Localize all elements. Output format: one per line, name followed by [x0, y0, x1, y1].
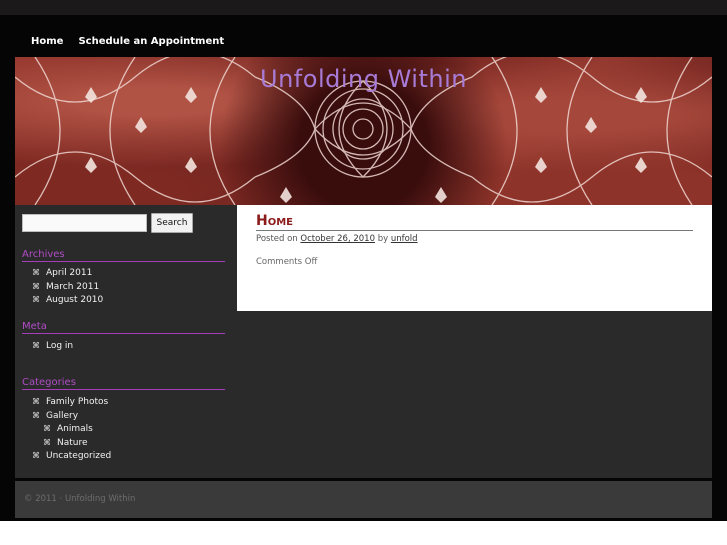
category-link-gallery[interactable]: Gallery	[46, 411, 78, 421]
archive-link-april-2011[interactable]: April 2011	[46, 268, 92, 278]
command-icon: ⌘	[32, 281, 40, 291]
list-item: ⌘ Gallery	[32, 409, 111, 423]
search-button[interactable]: Search	[151, 213, 193, 233]
post-meta-by: by	[377, 234, 389, 244]
list-item: ⌘ Family Photos	[32, 395, 111, 409]
post-author-link[interactable]: unfold	[391, 234, 418, 244]
command-icon: ⌘	[43, 437, 51, 447]
archive-link-march-2011[interactable]: March 2011	[46, 282, 99, 292]
category-link-nature[interactable]: Nature	[57, 438, 88, 448]
category-link-animals[interactable]: Animals	[57, 424, 93, 434]
command-icon: ⌘	[43, 424, 51, 433]
command-icon: ⌘	[32, 451, 40, 460]
nav-item-home[interactable]: Home	[31, 36, 63, 47]
list-item: ⌘ Uncategorized	[32, 449, 111, 463]
footer-copyright: © 2011 · Unfolding Within	[24, 494, 136, 504]
post-content: Home Posted on October 26, 2010 by unfol…	[237, 205, 712, 311]
command-icon: ⌘	[32, 268, 40, 277]
command-icon: ⌘	[32, 410, 40, 420]
post-meta: Posted on October 26, 2010 by unfold	[256, 234, 418, 244]
search-input[interactable]	[22, 214, 147, 232]
category-link-family-photos[interactable]: Family Photos	[46, 397, 108, 407]
command-icon: ⌘	[32, 397, 40, 406]
command-icon: ⌘	[32, 295, 40, 304]
sidebar: Search Archives ⌘ April 2011 ⌘ March 2011 …	[15, 205, 237, 478]
list-item: ⌘ March 2011	[32, 280, 103, 294]
list-item: ⌘ Animals	[32, 422, 111, 436]
category-link-uncategorized[interactable]: Uncategorized	[46, 451, 111, 461]
main-nav: Home Schedule an Appointment	[31, 36, 224, 47]
categories-list: ⌘ Family Photos ⌘ Gallery ⌘ Animals ⌘ Nature…	[32, 395, 111, 463]
site-title[interactable]: Unfolding Within	[15, 65, 712, 93]
content-background	[237, 311, 712, 478]
archives-heading: Archives	[22, 249, 225, 262]
login-link[interactable]: Log in	[46, 341, 73, 351]
footer: © 2011 · Unfolding Within	[15, 481, 712, 518]
list-item: ⌘ Nature	[32, 436, 111, 450]
nav-item-schedule[interactable]: Schedule an Appointment	[78, 36, 224, 47]
comments-status: Comments Off	[256, 257, 318, 267]
list-item: ⌘ Log in	[32, 339, 73, 353]
categories-heading: Categories	[22, 377, 225, 390]
command-icon: ⌘	[32, 341, 40, 350]
post-title[interactable]: Home	[256, 213, 693, 231]
header-banner: Unfolding Within	[15, 57, 712, 205]
archives-list: ⌘ April 2011 ⌘ March 2011 ⌘ August 2010	[32, 266, 103, 307]
post-date-link[interactable]: October 26, 2010	[300, 234, 375, 244]
post-meta-prefix: Posted on	[256, 234, 298, 244]
list-item: ⌘ August 2010	[32, 293, 103, 307]
archive-link-august-2010[interactable]: August 2010	[46, 295, 103, 305]
meta-heading: Meta	[22, 321, 225, 334]
top-strip	[0, 0, 727, 15]
page: Home Schedule an Appointment Unfolding W…	[0, 0, 727, 521]
meta-list: ⌘ Log in	[32, 339, 73, 353]
list-item: ⌘ April 2011	[32, 266, 103, 280]
